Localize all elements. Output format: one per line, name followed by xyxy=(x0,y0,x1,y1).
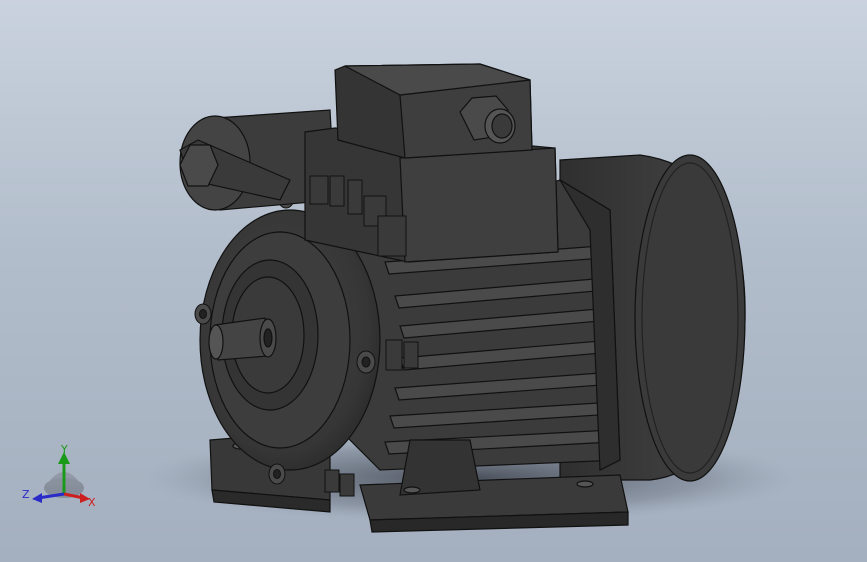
motor-shaft xyxy=(208,317,277,361)
z-axis-arrow-icon xyxy=(32,493,42,503)
graphics-viewport[interactable]: Y X Z xyxy=(0,0,867,562)
x-axis-label: X xyxy=(88,496,96,509)
y-axis-label: Y xyxy=(60,443,68,456)
motor-model[interactable] xyxy=(0,0,867,562)
terminal-box xyxy=(304,63,559,263)
z-axis-label: Z xyxy=(22,488,30,501)
orientation-triad: Y X Z xyxy=(22,443,96,509)
